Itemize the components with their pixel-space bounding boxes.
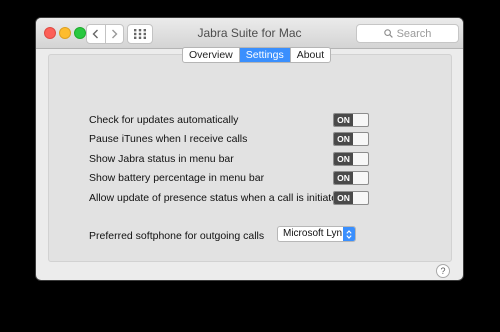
search-field[interactable]: Search xyxy=(356,24,459,43)
updown-arrows-icon xyxy=(343,227,355,241)
setting-label: Show Jabra status in menu bar xyxy=(89,153,234,165)
setting-row-battery-menu-bar: Show battery percentage in menu bar ON xyxy=(89,171,377,185)
softphone-label: Preferred softphone for outgoing calls xyxy=(89,230,265,242)
settings-panel: Check for updates automatically ON Pause… xyxy=(48,54,452,262)
help-button[interactable]: ? xyxy=(436,264,450,278)
search-placeholder: Search xyxy=(396,27,432,40)
pause-itunes-toggle[interactable]: ON xyxy=(333,132,369,146)
status-menu-bar-toggle[interactable]: ON xyxy=(333,152,369,166)
toggle-state: ON xyxy=(334,192,353,204)
setting-row-status-menu-bar: Show Jabra status in menu bar ON xyxy=(89,152,377,166)
toggle-state: ON xyxy=(334,172,353,184)
title-bar: Jabra Suite for Mac Search xyxy=(36,18,463,49)
tab-overview[interactable]: Overview xyxy=(183,48,239,62)
tab-about[interactable]: About xyxy=(289,48,330,62)
setting-label: Allow update of presence status when a c… xyxy=(89,192,343,204)
setting-label: Check for updates automatically xyxy=(89,114,239,126)
toggle-state: ON xyxy=(334,133,353,145)
setting-row-pause-itunes: Pause iTunes when I receive calls ON xyxy=(89,132,377,146)
check-updates-toggle[interactable]: ON xyxy=(333,113,369,127)
presence-status-toggle[interactable]: ON xyxy=(333,191,369,205)
setting-label: Show battery percentage in menu bar xyxy=(89,172,265,184)
battery-menu-bar-toggle[interactable]: ON xyxy=(333,171,369,185)
softphone-select[interactable]: Microsoft Lyn... xyxy=(277,226,356,242)
setting-label: Pause iTunes when I receive calls xyxy=(89,133,248,145)
setting-row-check-updates: Check for updates automatically ON xyxy=(89,113,377,127)
search-icon xyxy=(383,29,393,38)
toggle-state: ON xyxy=(334,153,353,165)
softphone-selected-value: Microsoft Lyn... xyxy=(283,228,351,239)
tab-bar: Overview Settings About xyxy=(182,47,332,63)
toggle-state: ON xyxy=(334,114,353,126)
tab-settings[interactable]: Settings xyxy=(238,48,290,62)
app-window: Jabra Suite for Mac Search Overview Sett… xyxy=(36,18,463,280)
setting-row-presence-status: Allow update of presence status when a c… xyxy=(89,191,377,205)
